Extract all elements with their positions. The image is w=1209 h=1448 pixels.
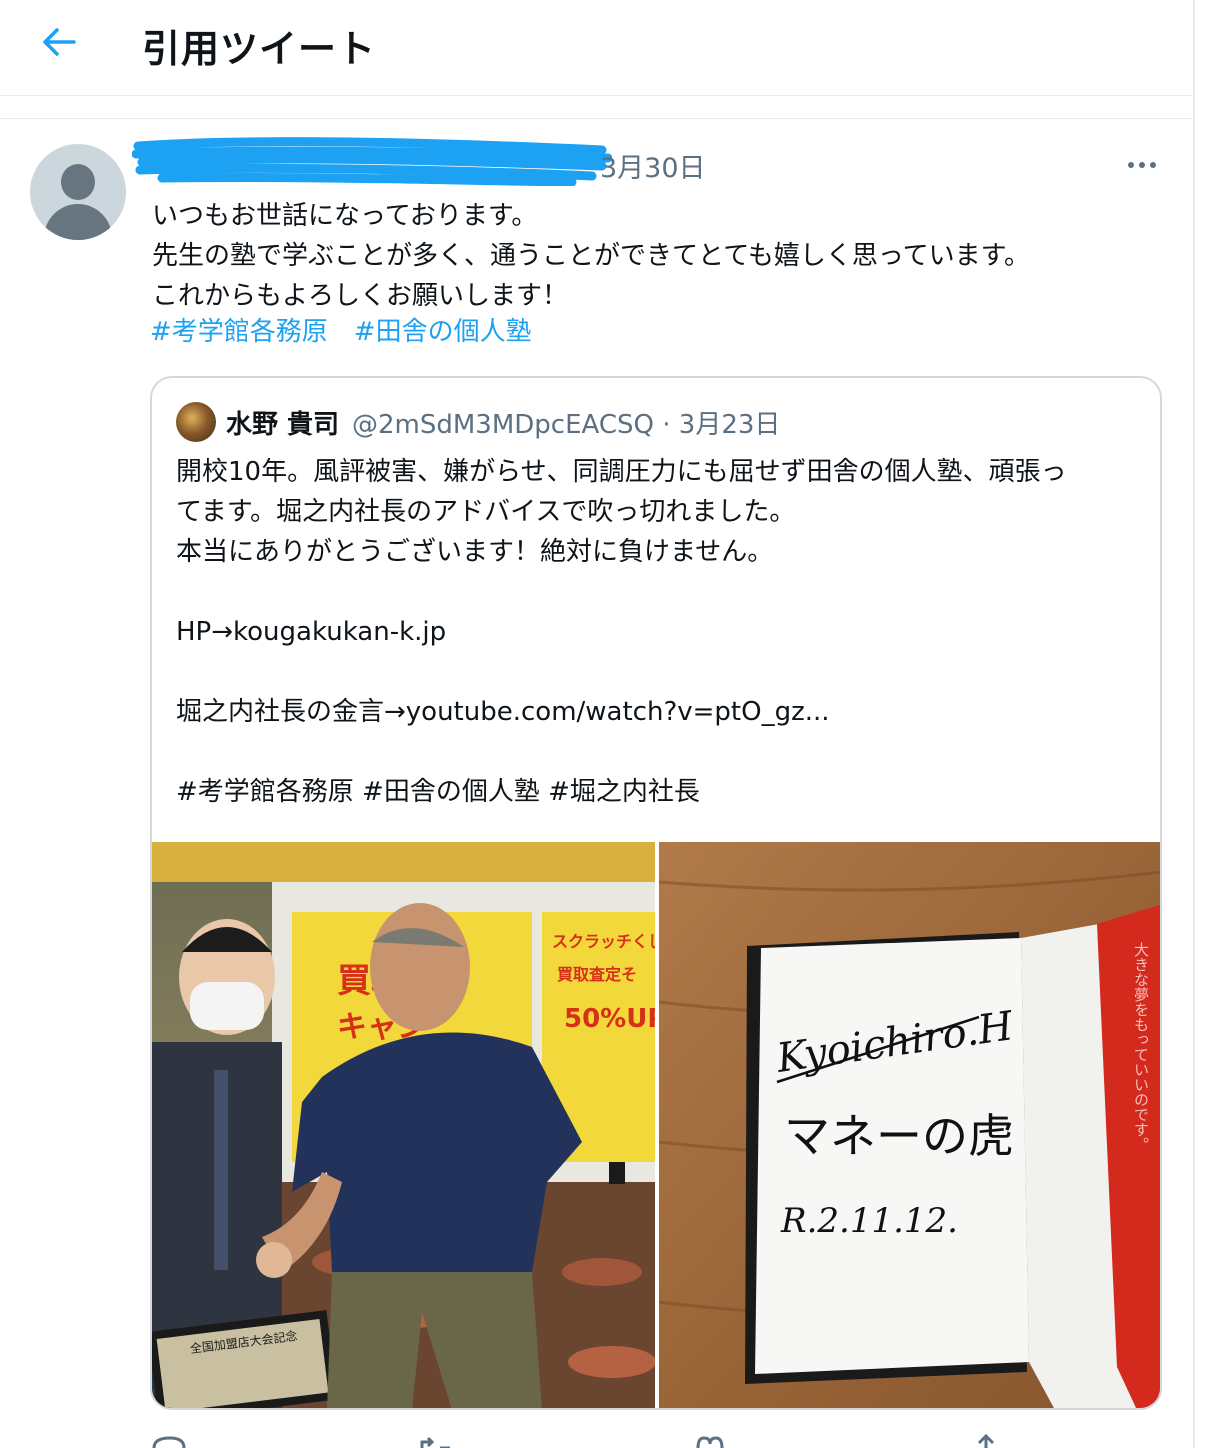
sign-text: スクラッチくじ (552, 932, 655, 951)
quoted-text-line (176, 652, 1146, 692)
more-icon-dot (1139, 162, 1145, 168)
photo-handshake[interactable]: 買取 キャン スクラッチくじ 買取査定そ 50%UP (152, 842, 655, 1408)
like-icon[interactable] (690, 1434, 730, 1448)
handwritten-title: マネーの虎 (784, 1109, 1014, 1163)
quoted-avatar[interactable] (176, 402, 216, 442)
more-icon (1128, 162, 1134, 168)
avatar-default-head (61, 164, 95, 200)
page-title: 引用ツイート (142, 27, 377, 71)
quoted-photos: 買取 キャン スクラッチくじ 買取査定そ 50%UP (152, 842, 1160, 1408)
tweet-text-line: これからもよろしくお願いします！ (152, 281, 569, 311)
section-divider (0, 97, 1193, 119)
retweet-icon[interactable] (416, 1434, 456, 1448)
more-button[interactable] (1118, 148, 1166, 182)
quoted-text-line: てます。堀之内社長のアドバイスで吹っ切れました。 (176, 497, 796, 527)
handwritten-date: R.2.11.12. (780, 1201, 958, 1241)
quoted-text-line (176, 572, 1146, 612)
red-page-text: 大きな夢をもっていいのです。 (1132, 942, 1150, 1152)
hashtag-link[interactable]: #考学館各務原 (150, 317, 328, 347)
tweet-text: いつもお世話になっております。 先生の塾で学ぶことが多く、通うことができてとても… (152, 196, 1152, 316)
redacted-username (132, 137, 612, 186)
photo-signed-book-image: 大きな夢をもっていいのです。 Kyoichiro.H マネーの虎 R.2.11.… (659, 842, 1160, 1408)
column-border (1193, 0, 1195, 1448)
tweet-text-line: いつもお世話になっております。 (152, 201, 538, 231)
tweet-actions (150, 1434, 1050, 1448)
quoted-text-line: #考学館各務原 #田舎の個人塾 #堀之内社長 (176, 777, 700, 807)
quoted-text-line: 本当にありがとうございます！絶対に負けません。 (176, 537, 774, 567)
sign-text: 買取査定そ (557, 965, 637, 984)
quoted-author-name: 水野 貴司 (226, 410, 340, 440)
tweet-date[interactable]: 3月30日 (600, 146, 706, 185)
share-icon[interactable] (966, 1434, 1006, 1448)
photo-handshake-image: 買取 キャン スクラッチくじ 買取査定そ 50%UP (152, 842, 655, 1408)
tweet-text-line: 先生の塾で学ぶことが多く、通うことができてとても嬉しく思っています。 (152, 241, 1031, 271)
hashtag-link[interactable]: #田舎の個人塾 (354, 317, 532, 347)
quoted-text-line (176, 732, 1146, 772)
avatar[interactable] (30, 144, 126, 240)
avatar-default-body (44, 204, 112, 240)
quoted-text: 開校10年。風評被害、嫌がらせ、同調圧力にも屈せず田舎の個人塾、頑張っ てます。… (176, 452, 1146, 812)
tweet-hashtags: #考学館各務原 #田舎の個人塾 (150, 312, 558, 352)
quoted-text-line: HP→kougakukan-k.jp (176, 617, 447, 647)
page-header: 引用ツイート (0, 0, 1193, 96)
quoted-text-line: 開校10年。風評被害、嫌がらせ、同調圧力にも屈せず田舎の個人塾、頑張っ (176, 457, 1067, 487)
reply-icon[interactable] (150, 1434, 190, 1448)
quoted-text-line: 堀之内社長の金言→youtube.com/watch?v=ptO_gz... (176, 697, 830, 727)
more-icon-dot (1150, 162, 1156, 168)
quoted-handle-date: @2mSdM3MDpcEACSQ · 3月23日 (352, 410, 781, 440)
back-button[interactable] (30, 20, 88, 64)
photo-signed-book[interactable]: 大きな夢をもっていいのです。 Kyoichiro.H マネーの虎 R.2.11.… (659, 842, 1160, 1408)
sign-text: 50%UP (564, 1004, 655, 1034)
back-arrow-icon (43, 28, 76, 56)
quoted-tweet[interactable]: 水野 貴司 @2mSdM3MDpcEACSQ · 3月23日 開校10年。風評被… (150, 376, 1162, 1410)
